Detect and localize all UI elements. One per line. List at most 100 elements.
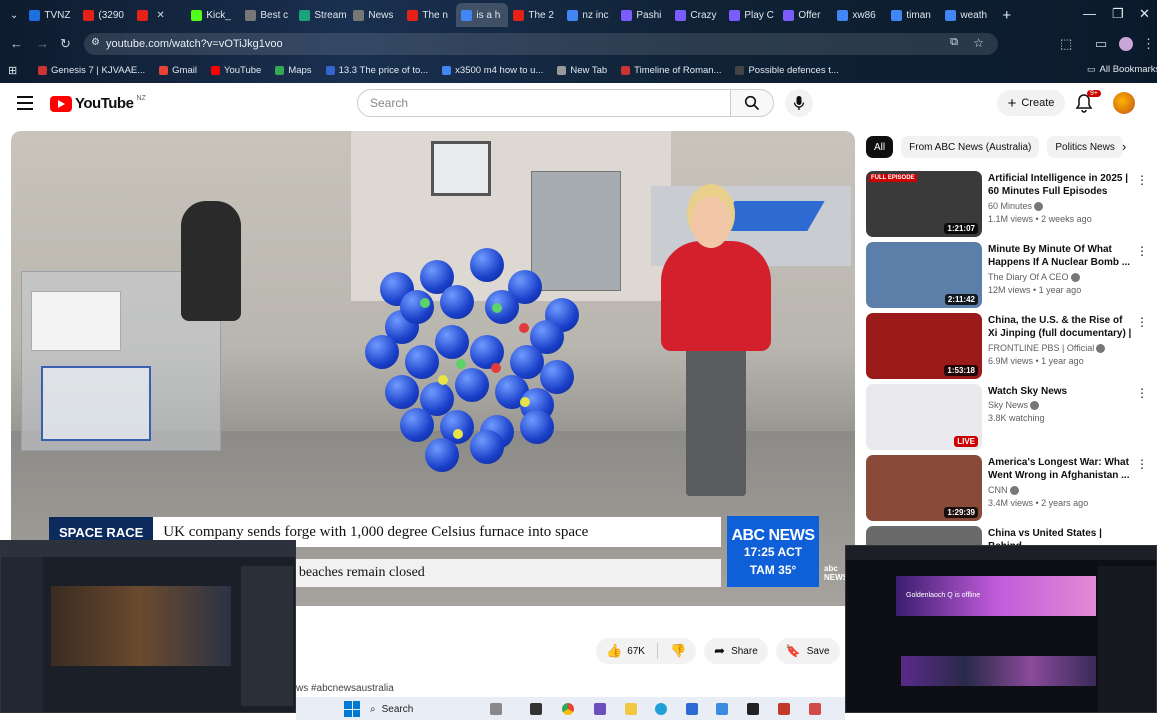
video-title[interactable]: America's Longest War: What Went Wrong i… [988,456,1133,482]
recommended-video[interactable]: China vs United States | Behind [866,526,1151,546]
recommended-video[interactable]: 1:29:39 America's Longest War: What Went … [866,455,1151,521]
more-options-icon[interactable]: ⋮ [1136,457,1148,471]
video-title[interactable]: Minute By Minute Of What Happens If A Nu… [988,243,1133,269]
bookmark-item[interactable]: 13.3 The price of to... [325,65,428,76]
hamburger-menu-icon[interactable] [17,96,33,110]
more-options-icon[interactable]: ⋮ [1136,173,1148,187]
browser-tab[interactable]: News [348,3,402,27]
more-options-icon[interactable]: ⋮ [1136,244,1148,258]
edge-icon[interactable] [655,703,667,715]
filter-chip[interactable]: Politics News [1047,136,1123,158]
video-title[interactable]: Watch Sky News [988,385,1133,398]
browser-tab[interactable]: Pashi [616,3,670,27]
taskbar-app-icon[interactable] [747,703,759,715]
browser-tab[interactable]: TVNZ [24,3,78,27]
bookmark-item[interactable]: Genesis 7 | KJVAAE... [38,65,145,76]
browser-tab[interactable]: xw86 [832,3,886,27]
address-bar[interactable]: ⚙ youtube.com/watch?v=vOTiJkg1voo ⧉ ☆ [84,33,998,55]
taskbar-app-icon[interactable] [778,703,790,715]
video-title[interactable]: China vs United States | Behind [988,527,1133,546]
browser-tab[interactable]: (3290 [78,3,132,27]
minimize-icon[interactable]: — [1083,6,1096,21]
taskbar-app-icon[interactable] [686,703,698,715]
bookmark-item[interactable]: New Tab [557,65,607,76]
chevron-right-icon[interactable]: › [1122,139,1126,154]
recommended-video[interactable]: 1:53:18 China, the U.S. & the Rise of Xi … [866,313,1151,379]
apps-grid-icon[interactable]: ⊞ [8,64,17,77]
browser-tab[interactable]: Kick_ [186,3,240,27]
video-title[interactable]: Artificial Intelligence in 2025 | 60 Min… [988,172,1133,198]
browser-tab[interactable]: Crazy [670,3,724,27]
sidebar-icon[interactable]: ▭ [1095,36,1107,52]
site-info-icon[interactable]: ⚙ [91,37,100,48]
bookmark-item[interactable]: YouTube [210,65,261,76]
tab-close-icon[interactable]: ✕ [156,10,164,21]
bookmark-item[interactable]: Maps [275,65,312,76]
channel-name[interactable]: 60 Minutes [988,201,1032,211]
browser-tab[interactable]: timan [886,3,940,27]
browser-tab[interactable]: Play C [724,3,778,27]
close-window-icon[interactable]: ✕ [1139,6,1150,22]
taskbar-search[interactable]: ⌕ Search [370,700,480,718]
install-icon[interactable]: ⧉ [950,36,958,49]
video-thumbnail[interactable] [866,526,982,546]
file-explorer-icon[interactable] [625,703,637,715]
channel-name[interactable]: The Diary Of A CEO [988,272,1069,282]
chrome-icon[interactable] [562,703,574,715]
taskbar-app-icon[interactable] [530,703,542,715]
like-button[interactable]: 👍 67K [606,643,645,659]
youtube-logo[interactable]: YouTube NZ [50,95,146,112]
browser-tab[interactable]: Best c [240,3,294,27]
more-options-icon[interactable]: ⋮ [1136,315,1148,329]
bookmark-item[interactable]: x3500 m4 how to u... [442,65,543,76]
more-options-icon[interactable]: ⋮ [1136,386,1148,400]
create-button[interactable]: + Create [997,90,1065,116]
recommended-video[interactable]: 2:11:42 Minute By Minute Of What Happens … [866,242,1151,308]
bookmark-star-icon[interactable]: ☆ [973,36,984,50]
video-title[interactable]: China, the U.S. & the Rise of Xi Jinping… [988,314,1133,340]
browser-tab[interactable]: is a h [456,3,509,27]
taskbar-app-icon[interactable] [716,703,728,715]
new-tab-button[interactable]: + [1002,7,1011,24]
video-thumbnail[interactable]: 2:11:42 [866,242,982,308]
filter-chip[interactable]: From ABC News (Australia) [901,136,1040,158]
windows-start-icon[interactable] [344,701,360,717]
tab-search-icon[interactable]: ⌄ [4,10,24,21]
all-bookmarks[interactable]: ▭ All Bookmarks [1087,64,1157,75]
browser-tab[interactable]: ✕ [132,3,186,27]
browser-tab[interactable]: Stream [294,3,348,27]
extensions-icon[interactable]: ⬚ [1060,36,1072,52]
video-player[interactable]: SPACE RACE UK company sends forge with 1… [11,131,855,606]
chrome-menu-icon[interactable]: ⋮ [1142,36,1155,52]
profile-avatar[interactable] [1119,37,1133,51]
browser-tab[interactable]: The 2 [508,3,562,27]
video-thumbnail[interactable]: LIVE [866,384,982,450]
maximize-icon[interactable]: ❐ [1112,6,1124,22]
channel-name[interactable]: FRONTLINE PBS | Official [988,343,1094,353]
share-button[interactable]: ➦ Share [704,638,768,664]
voice-search-button[interactable] [785,89,813,117]
account-avatar[interactable] [1113,92,1135,114]
taskbar-app-icon[interactable] [809,703,821,715]
channel-name[interactable]: Sky News [988,400,1028,410]
save-button[interactable]: 🔖 Save [775,638,840,664]
overlay-window-left[interactable] [0,540,296,713]
video-thumbnail[interactable]: 1:53:18 [866,313,982,379]
taskbar-app-icon[interactable] [594,703,606,715]
browser-tab[interactable]: nz inc [562,3,616,27]
reload-icon[interactable]: ↻ [60,36,71,52]
forward-icon[interactable]: → [36,36,49,51]
dislike-button[interactable]: 👎 [670,643,686,659]
filter-chip[interactable]: All [866,136,894,158]
browser-tab[interactable]: The n [402,3,456,27]
video-thumbnail[interactable]: 1:29:39 [866,455,982,521]
browser-tab[interactable]: Offer [778,3,832,27]
channel-name[interactable]: CNN [988,485,1008,495]
back-icon[interactable]: ← [10,36,23,51]
video-thumbnail[interactable]: FULL EPISODE 1:21:07 [866,171,982,237]
bookmark-item[interactable]: Possible defences t... [735,65,839,76]
browser-tab[interactable]: weath [940,3,994,27]
search-button[interactable] [730,89,774,117]
search-input[interactable]: Search [357,89,731,117]
recommended-video[interactable]: LIVE Watch Sky News Sky News 3.8K watching ⋮ [866,384,1151,450]
